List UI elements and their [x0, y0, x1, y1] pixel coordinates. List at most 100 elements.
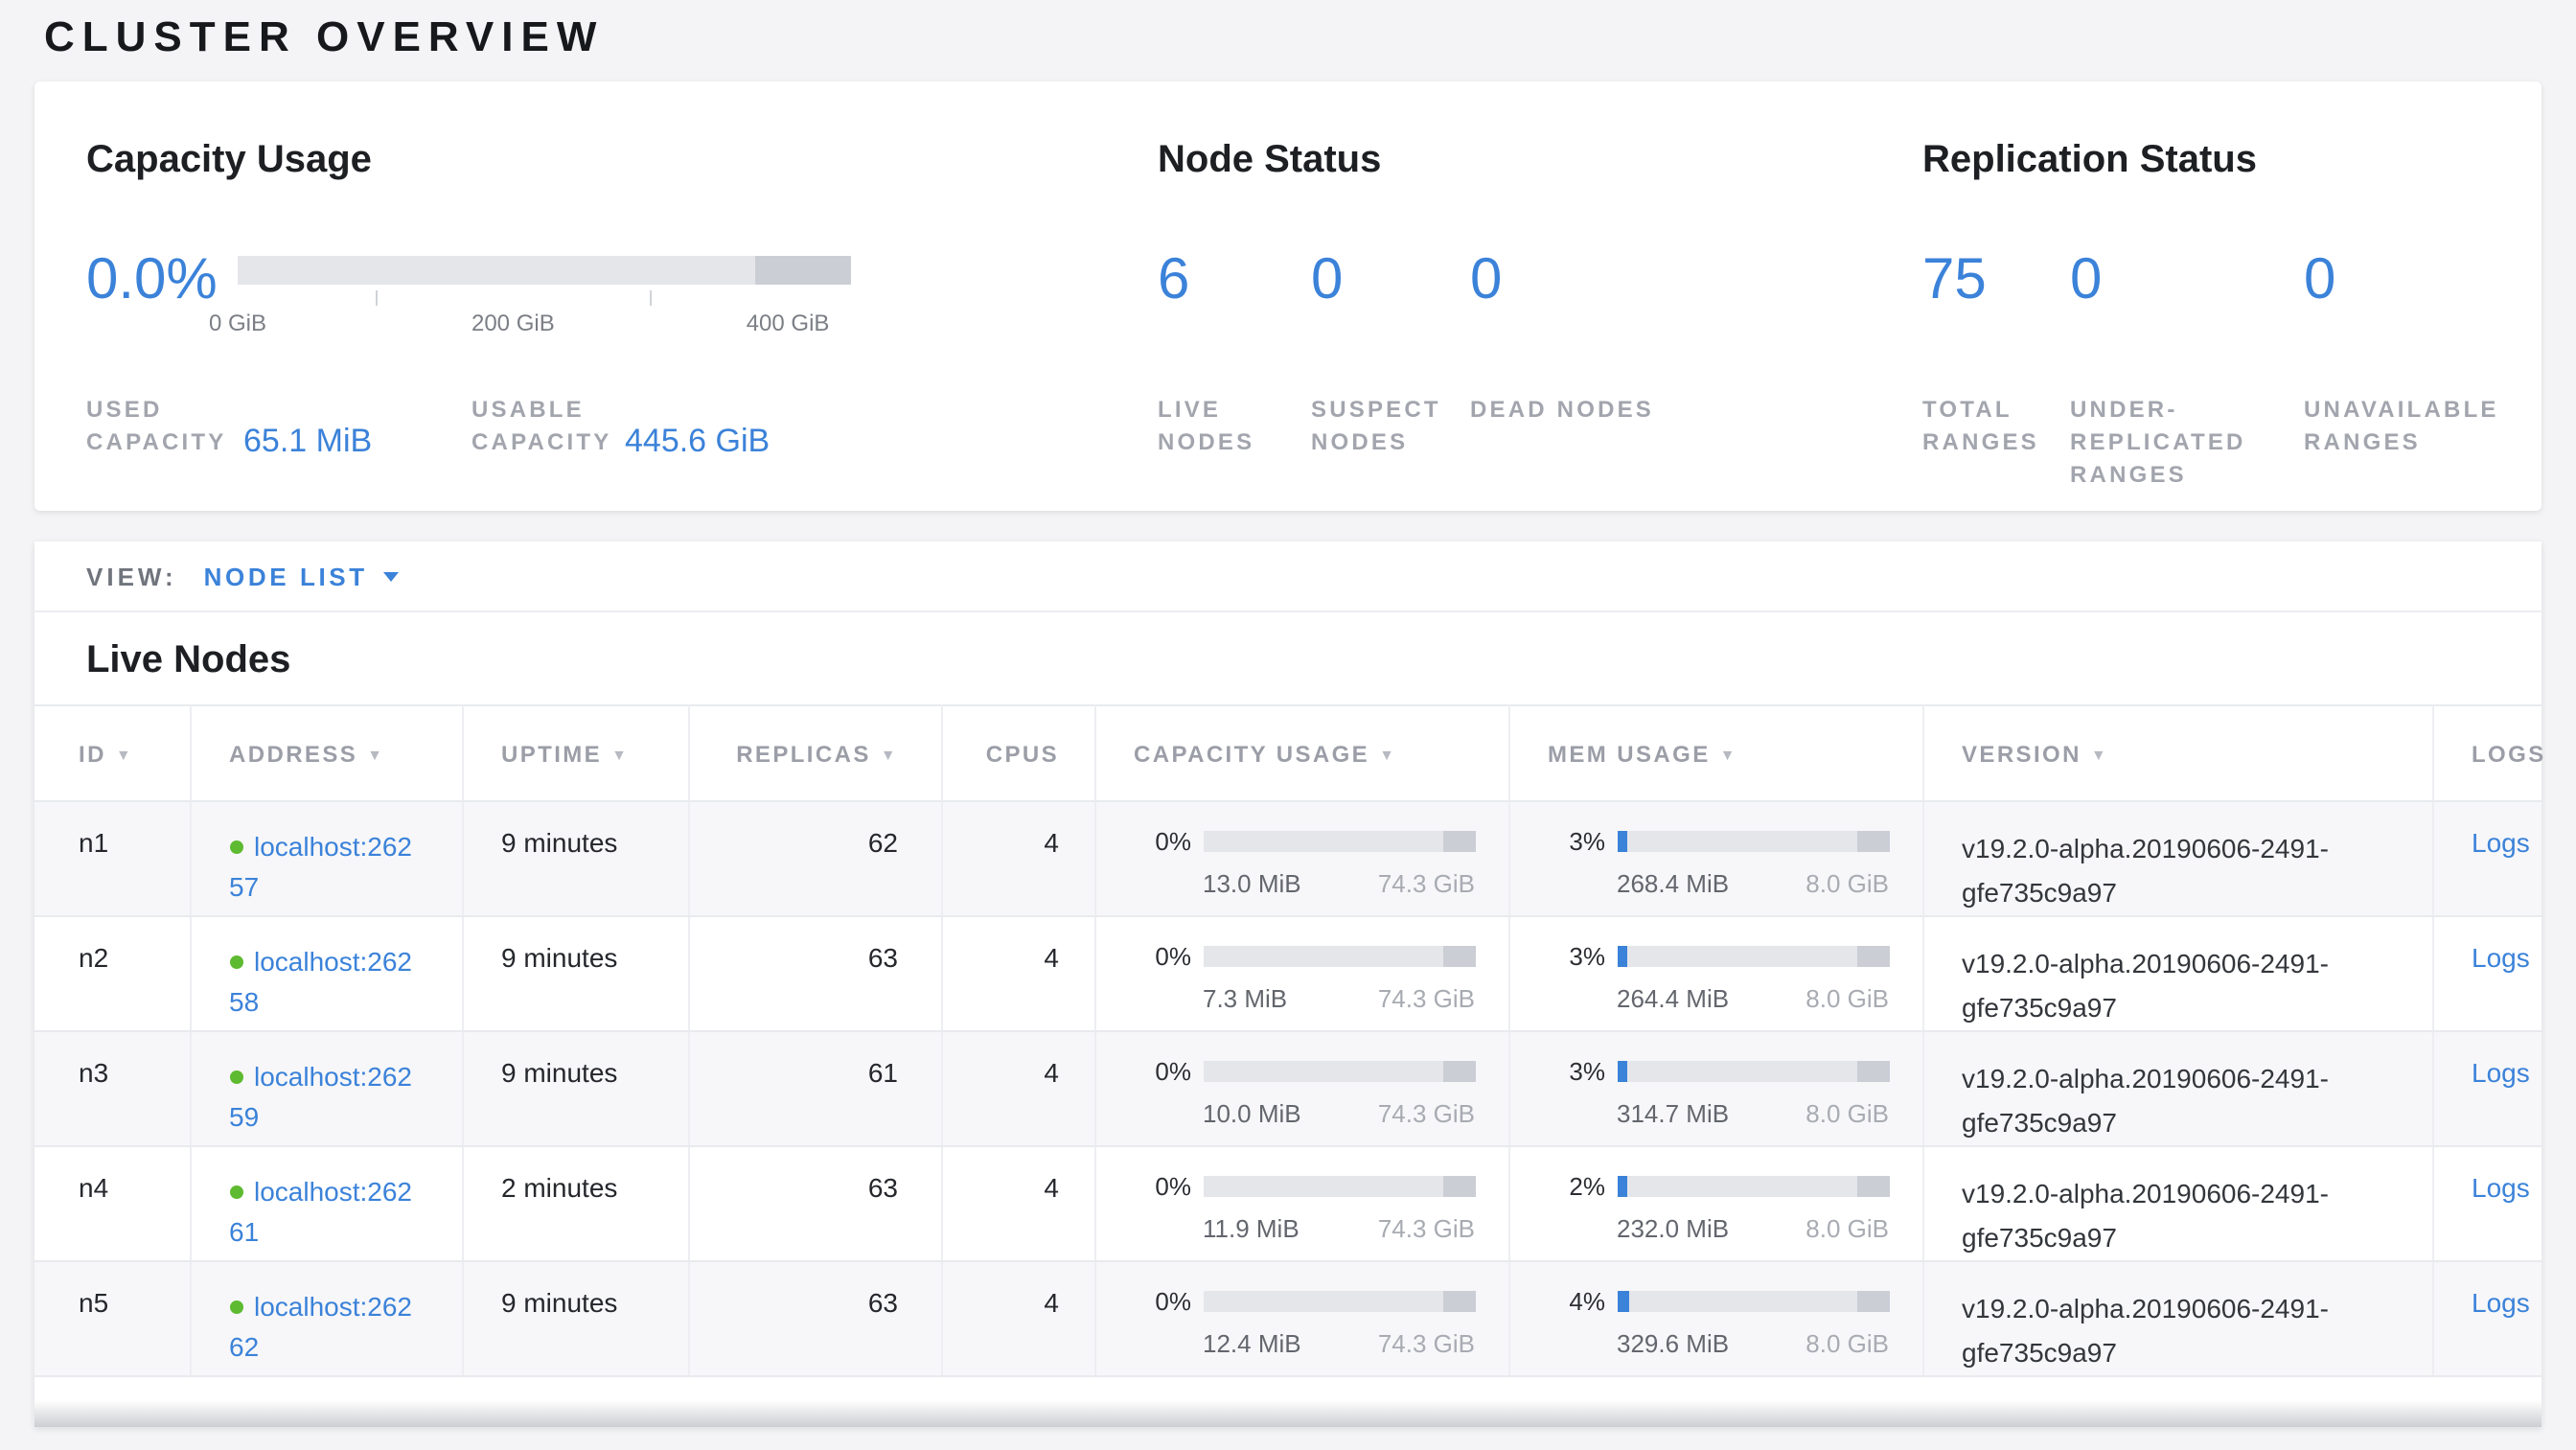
- capacity-used-value: 12.4 MiB: [1203, 1329, 1301, 1358]
- capacity-bar: [1203, 946, 1475, 967]
- node-version-cell: v19.2.0-alpha.20190606-2491-gfe735c9a97: [1922, 1146, 2432, 1261]
- capacity-percent: 0%: [1134, 1287, 1191, 1316]
- mem-bar-reserved-segment: [1856, 1061, 1889, 1082]
- column-header-mem-usage[interactable]: MEM USAGE▼: [1508, 705, 1922, 801]
- node-address-cell: localhost:26259: [190, 1031, 462, 1146]
- mem-meter: 3% 264.4 MiB 8.0 GiB: [1548, 942, 1906, 1013]
- view-selector-dropdown[interactable]: NODE LIST: [204, 562, 399, 590]
- mem-total-value: 8.0 GiB: [1806, 869, 1889, 898]
- capacity-bar-reserved-segment: [1442, 831, 1475, 852]
- node-uptime-cell: 9 minutes: [462, 1031, 688, 1146]
- capacity-meter: 0% 12.4 MiB 74.3 GiB: [1134, 1287, 1492, 1358]
- logs-link[interactable]: Logs: [2472, 1057, 2530, 1088]
- stat-label: UNAVAILABLE RANGES: [2304, 394, 2542, 459]
- cluster-summary-panel: Capacity Usage 0.0% 0 GiB200 GiB400 GiB …: [34, 81, 2542, 511]
- axis-tick-label: 400 GiB: [747, 310, 830, 336]
- column-label: VERSION: [1962, 740, 2082, 767]
- node-address-link[interactable]: localhost:26258: [229, 946, 412, 1017]
- node-address-link[interactable]: localhost:26261: [229, 1176, 412, 1247]
- column-header-address[interactable]: ADDRESS ▼: [190, 705, 462, 801]
- mem-used-value: 268.4 MiB: [1617, 869, 1729, 898]
- column-header-logs: LOGS: [2432, 705, 2542, 801]
- mem-percent: 3%: [1548, 1057, 1605, 1086]
- node-live-status-icon: [229, 955, 242, 969]
- node-uptime-cell: 2 minutes: [462, 1146, 688, 1261]
- node-live-status-icon: [229, 1300, 242, 1314]
- live-nodes-header: Live Nodes: [34, 612, 2542, 685]
- node-live-status-icon: [229, 1185, 242, 1199]
- capacity-usage-section: Capacity Usage 0.0% 0 GiB200 GiB400 GiB …: [86, 135, 1158, 511]
- mem-percent: 4%: [1548, 1287, 1605, 1316]
- mem-bar: [1617, 946, 1889, 967]
- node-row: n2localhost:262589 minutes634 0% 7.3 MiB…: [34, 916, 2542, 1031]
- replication-status-stats: 75 TOTAL RANGES 0 UNDER-REPLICATED RANGE…: [1922, 246, 2542, 492]
- node-address-link[interactable]: localhost:26257: [229, 831, 412, 902]
- node-address-link[interactable]: localhost:26262: [229, 1291, 412, 1362]
- stat-label: SUSPECT NODES: [1311, 394, 1470, 459]
- node-row: n4localhost:262612 minutes634 0% 11.9 Mi…: [34, 1146, 2542, 1261]
- column-header-replicas[interactable]: REPLICAS▼: [688, 705, 941, 801]
- usable-capacity-label: USABLE CAPACITY: [472, 394, 625, 459]
- view-bar: VIEW: NODE LIST: [34, 541, 2542, 612]
- logs-link[interactable]: Logs: [2472, 827, 2530, 858]
- replication-status-title: Replication Status: [1922, 135, 2542, 185]
- page-title: CLUSTER OVERVIEW: [44, 12, 2576, 62]
- node-address-link[interactable]: localhost:26259: [229, 1061, 412, 1132]
- node-address-cell: localhost:26258: [190, 916, 462, 1031]
- capacity-used-value: 7.3 MiB: [1203, 984, 1287, 1013]
- used-capacity-value: 65.1 MiB: [243, 423, 472, 459]
- node-status-title: Node Status: [1158, 135, 1922, 185]
- node-mem-cell: 3% 314.7 MiB 8.0 GiB: [1508, 1031, 1922, 1146]
- usable-capacity-value: 445.6 GiB: [625, 423, 770, 459]
- node-logs-cell: Logs: [2432, 1146, 2542, 1261]
- mem-percent: 3%: [1548, 827, 1605, 856]
- sort-icon: ▼: [611, 746, 629, 763]
- stat-dead-nodes: 0 DEAD NODES: [1470, 246, 1922, 459]
- mem-bar: [1617, 1176, 1889, 1197]
- mem-meter: 3% 268.4 MiB 8.0 GiB: [1548, 827, 1906, 898]
- node-uptime-cell: 9 minutes: [462, 1261, 688, 1376]
- capacity-percent: 0%: [1134, 1172, 1191, 1201]
- capacity-bar-reserved-segment: [1442, 1291, 1475, 1312]
- node-row: n5localhost:262629 minutes634 0% 12.4 Mi…: [34, 1261, 2542, 1376]
- axis-tick-mark: [375, 290, 377, 306]
- logs-link[interactable]: Logs: [2472, 942, 2530, 973]
- stat-value: 0: [2070, 246, 2304, 394]
- column-header-id[interactable]: ID▼: [34, 705, 190, 801]
- column-header-capacity-usage[interactable]: CAPACITY USAGE▼: [1094, 705, 1508, 801]
- node-replicas-cell: 62: [688, 801, 941, 916]
- node-id-cell: n1: [34, 801, 190, 916]
- node-logs-cell: Logs: [2432, 1031, 2542, 1146]
- node-cpus-cell: 4: [941, 1146, 1094, 1261]
- node-mem-cell: 3% 264.4 MiB 8.0 GiB: [1508, 916, 1922, 1031]
- column-header-uptime[interactable]: UPTIME▼: [462, 705, 688, 801]
- view-selected-option: NODE LIST: [204, 562, 368, 590]
- capacity-total-value: 74.3 GiB: [1378, 984, 1475, 1013]
- sort-icon: ▼: [881, 746, 898, 763]
- column-header-version[interactable]: VERSION▼: [1922, 705, 2432, 801]
- node-replicas-cell: 61: [688, 1031, 941, 1146]
- logs-link[interactable]: Logs: [2472, 1172, 2530, 1203]
- stat-value: 0: [1311, 246, 1470, 394]
- capacity-percent: 0%: [1134, 942, 1191, 971]
- node-version-cell: v19.2.0-alpha.20190606-2491-gfe735c9a97: [1922, 916, 2432, 1031]
- node-id-cell: n2: [34, 916, 190, 1031]
- capacity-bar: [1203, 1061, 1475, 1082]
- capacity-bar: [238, 256, 851, 285]
- capacity-bar: [1203, 1291, 1475, 1312]
- nodes-header-row: ID▼ADDRESS▼UPTIME▼REPLICAS▼CPUSCAPACITY …: [34, 705, 2542, 801]
- column-label: CPUS: [986, 740, 1059, 767]
- capacity-meter: 0% 10.0 MiB 74.3 GiB: [1134, 1057, 1492, 1128]
- node-logs-cell: Logs: [2432, 916, 2542, 1031]
- logs-link[interactable]: Logs: [2472, 1287, 2530, 1318]
- capacity-bar-reserved-segment: [1442, 946, 1475, 967]
- mem-bar: [1617, 1061, 1889, 1082]
- mem-bar: [1617, 831, 1889, 852]
- mem-used-value: 314.7 MiB: [1617, 1099, 1729, 1128]
- mem-used-value: 232.0 MiB: [1617, 1214, 1729, 1243]
- column-header-cpus: CPUS: [941, 705, 1094, 801]
- mem-used-value: 264.4 MiB: [1617, 984, 1729, 1013]
- node-capacity-cell: 0% 10.0 MiB 74.3 GiB: [1094, 1031, 1508, 1146]
- column-label: ADDRESS: [229, 740, 357, 767]
- sort-icon: ▼: [367, 746, 384, 763]
